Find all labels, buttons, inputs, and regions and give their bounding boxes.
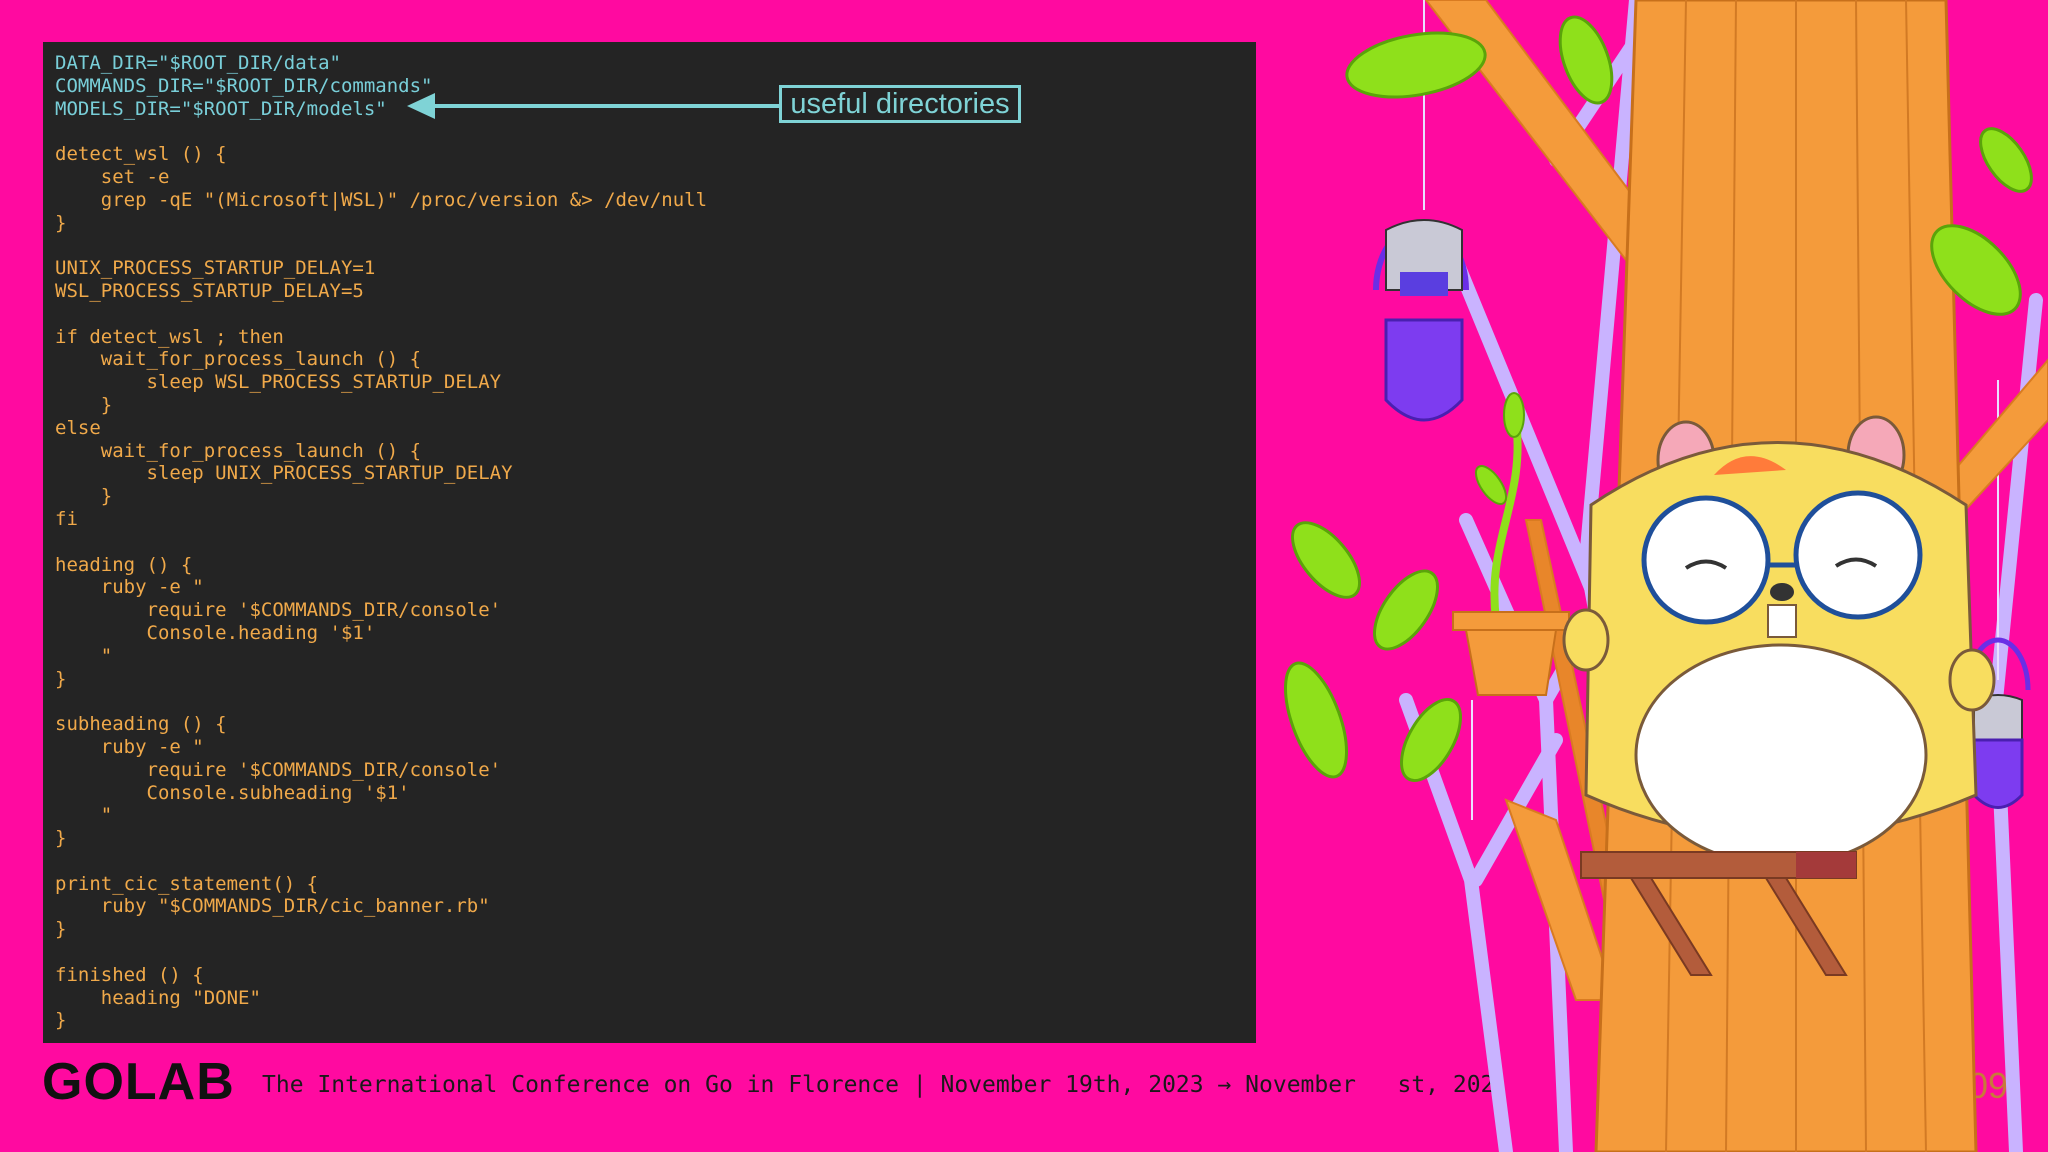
code-line: set -e bbox=[55, 165, 170, 188]
code-line: } bbox=[55, 393, 113, 416]
code-line: } bbox=[55, 667, 67, 690]
code-line: heading () { bbox=[55, 553, 193, 576]
callout-label: useful directories bbox=[779, 85, 1021, 123]
code-line: } bbox=[55, 827, 67, 850]
code-line: print_cic_statement() { bbox=[55, 872, 319, 895]
code-line: require '$COMMANDS_DIR/console' bbox=[55, 599, 502, 622]
code-line: if detect_wsl ; then bbox=[55, 325, 284, 348]
code-panel: DATA_DIR="$ROOT_DIR/data" COMMANDS_DIR="… bbox=[43, 42, 1256, 1043]
code-line: ruby -e " bbox=[55, 735, 204, 758]
code-line: require '$COMMANDS_DIR/console' bbox=[55, 758, 502, 781]
code-line: fi bbox=[55, 507, 78, 530]
code-line: sleep WSL_PROCESS_STARTUP_DELAY bbox=[55, 371, 502, 394]
code-line: heading "DONE" bbox=[55, 986, 261, 1009]
golab-logo: GOLAB bbox=[42, 1053, 235, 1111]
gopher bbox=[1562, 415, 1996, 867]
code-line: } bbox=[55, 918, 67, 941]
gopher-tree-illustration bbox=[1284, 0, 2048, 1152]
code-line: finished () { bbox=[55, 963, 204, 986]
code-line: } bbox=[55, 211, 67, 234]
code-block: DATA_DIR="$ROOT_DIR/data" COMMANDS_DIR="… bbox=[55, 52, 707, 1032]
code-line: UNIX_PROCESS_STARTUP_DELAY=1 bbox=[55, 257, 376, 280]
code-line: } bbox=[55, 1009, 67, 1032]
code-line: } bbox=[55, 485, 113, 508]
code-line: else bbox=[55, 416, 101, 439]
code-line: WSL_PROCESS_STARTUP_DELAY=5 bbox=[55, 279, 364, 302]
code-line: subheading () { bbox=[55, 713, 227, 736]
code-line: ruby -e " bbox=[55, 576, 204, 599]
code-line: " bbox=[55, 804, 113, 827]
code-line: Console.heading '$1' bbox=[55, 621, 376, 644]
code-line: grep -qE "(Microsoft|WSL)" /proc/version… bbox=[55, 188, 708, 211]
code-line: detect_wsl () { bbox=[55, 143, 227, 166]
hanging-lamp-left bbox=[1373, 219, 1469, 422]
code-line: ruby "$COMMANDS_DIR/cic_banner.rb" bbox=[55, 895, 490, 918]
code-line: wait_for_process_launch () { bbox=[55, 439, 422, 462]
code-line: sleep UNIX_PROCESS_STARTUP_DELAY bbox=[55, 462, 513, 485]
code-line: wait_for_process_launch () { bbox=[55, 348, 422, 371]
code-line: Console.subheading '$1' bbox=[55, 781, 410, 804]
code-line: " bbox=[55, 644, 113, 667]
